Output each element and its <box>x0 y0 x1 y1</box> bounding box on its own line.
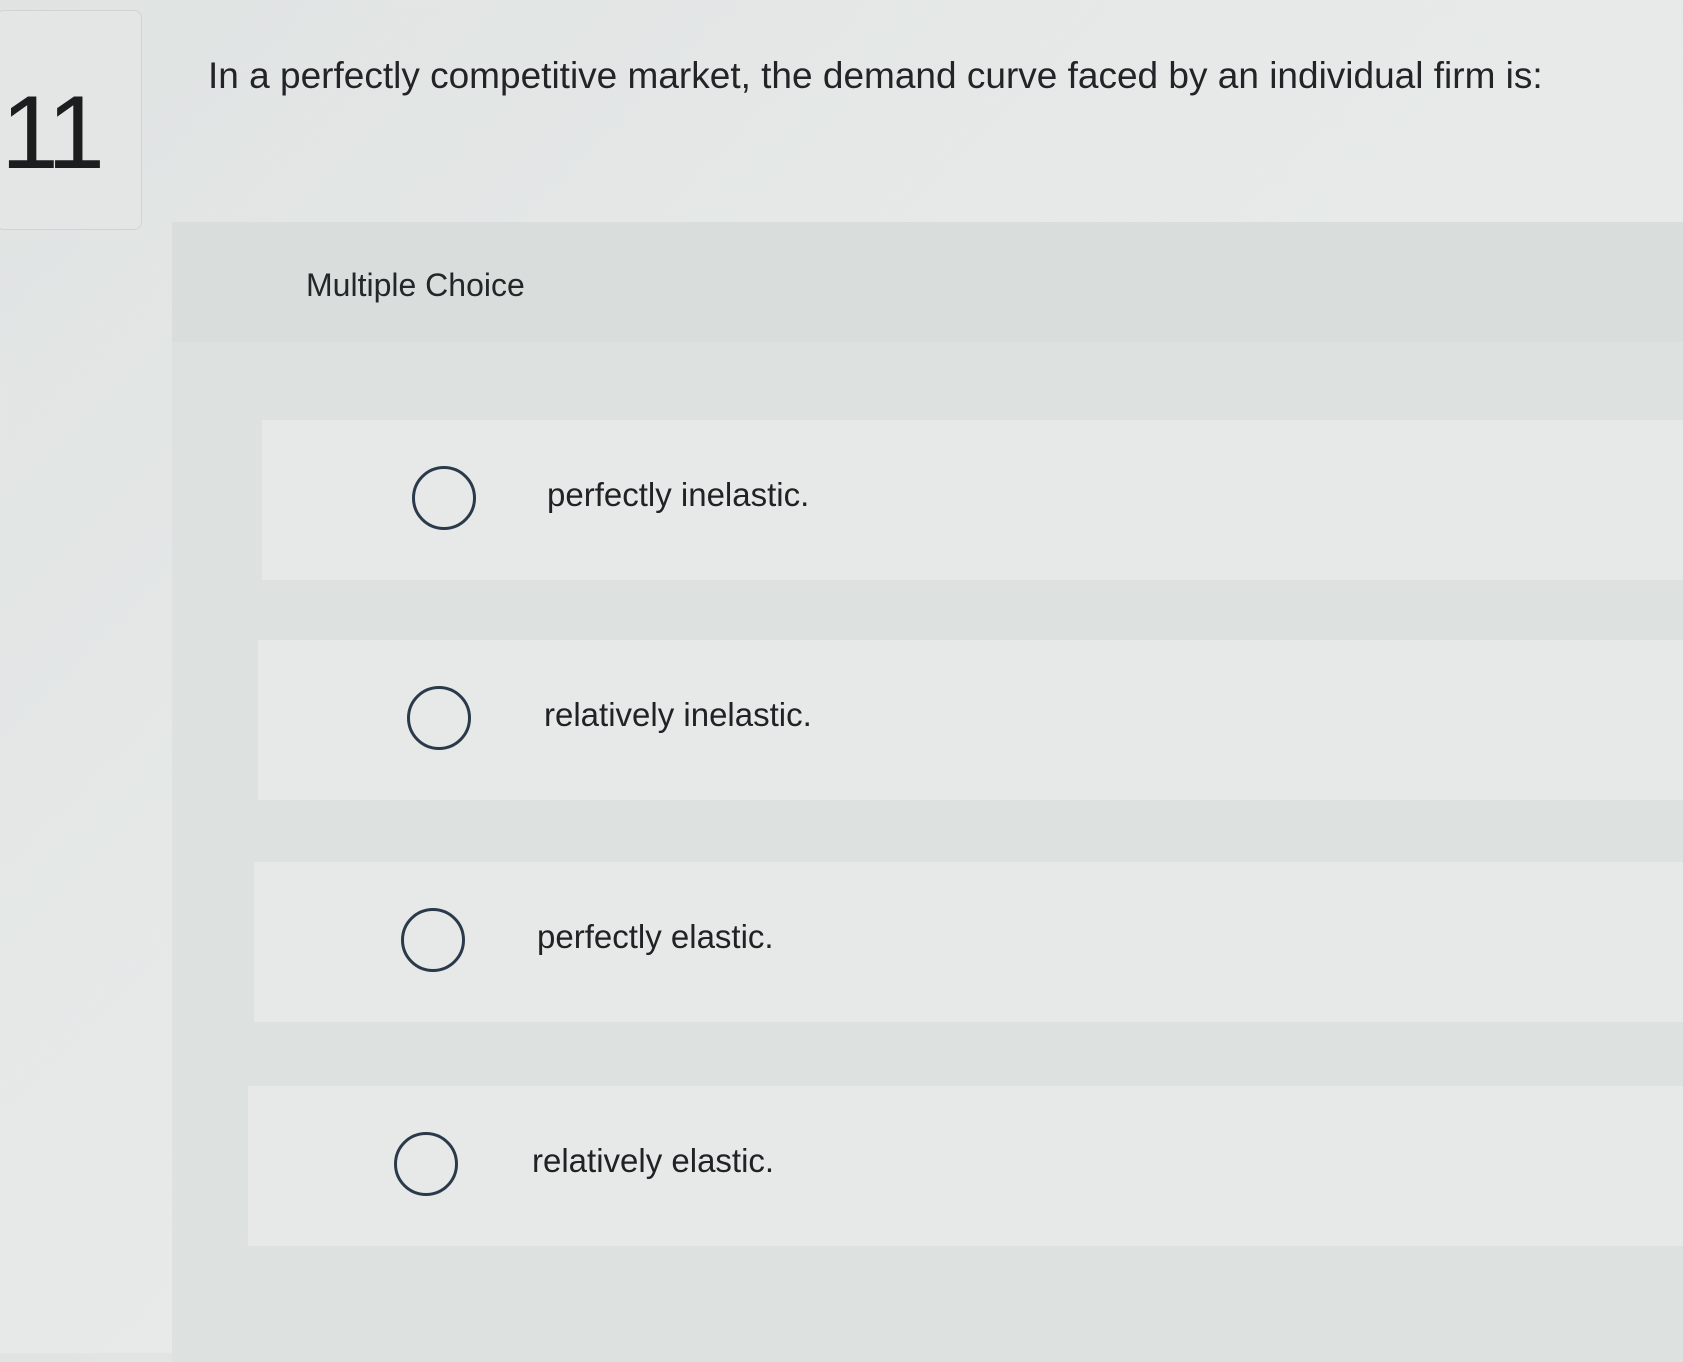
option-relatively-elastic[interactable]: relatively elastic. <box>248 1086 1683 1246</box>
option-perfectly-elastic[interactable]: perfectly elastic. <box>254 862 1683 1022</box>
option-label: relatively elastic. <box>532 1142 775 1179</box>
panel-header: Multiple Choice <box>172 222 1683 342</box>
question-text: In a perfectly competitive market, the d… <box>208 55 1543 96</box>
option-relatively-inelastic[interactable]: relatively inelastic. <box>258 640 1683 800</box>
option-perfectly-inelastic[interactable]: perfectly inelastic. <box>262 420 1683 580</box>
option-label: perfectly inelastic. <box>547 476 810 513</box>
radio-button[interactable] <box>412 466 476 530</box>
question-number-box: 11 <box>0 10 142 230</box>
multiple-choice-panel: Multiple Choice perfectly inelastic. rel… <box>172 222 1683 1362</box>
radio-button[interactable] <box>401 908 465 972</box>
multiple-choice-label: Multiple Choice <box>306 267 525 303</box>
option-label: perfectly elastic. <box>537 918 774 955</box>
question-number: 11 <box>1 75 105 191</box>
radio-button[interactable] <box>394 1132 458 1196</box>
radio-button[interactable] <box>407 686 471 750</box>
option-label: relatively inelastic. <box>544 696 812 733</box>
